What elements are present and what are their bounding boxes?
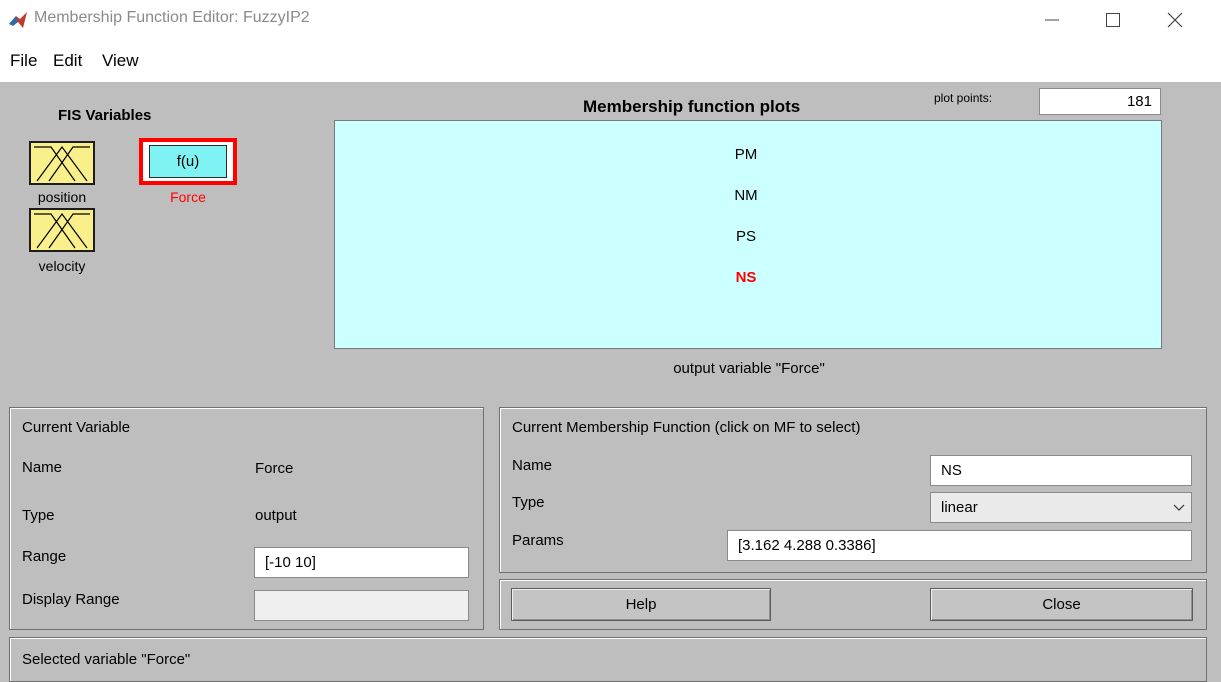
- membership-curves-icon: [34, 145, 90, 182]
- current-mf-heading: Current Membership Function (click on MF…: [512, 419, 861, 436]
- output-variable-force-label: Force: [170, 189, 206, 205]
- mf-type-label: Type: [512, 494, 545, 511]
- input-variable-position-label: position: [37, 189, 87, 205]
- matlab-icon: [8, 10, 28, 30]
- plot-points-input[interactable]: 181: [1039, 88, 1161, 115]
- input-variable-velocity-label: velocity: [38, 258, 86, 274]
- plot-title: Membership function plots: [583, 97, 801, 116]
- display-range-input[interactable]: [254, 590, 469, 621]
- menu-bar: [0, 40, 1221, 76]
- mf-name-label: Name: [512, 457, 553, 474]
- help-button[interactable]: Help: [511, 588, 771, 621]
- membership-curves-icon: [34, 212, 90, 249]
- input-variable-velocity-icon[interactable]: [29, 208, 95, 252]
- variable-type-label: Type: [22, 507, 55, 524]
- variable-name-value: Force: [255, 460, 294, 477]
- menu-file[interactable]: File: [10, 51, 37, 71]
- variable-name-label: Name: [22, 459, 63, 476]
- minimize-icon: [1045, 19, 1059, 21]
- variable-type-value: output: [255, 507, 297, 524]
- current-variable-heading: Current Variable: [22, 419, 131, 436]
- mf-label-nm[interactable]: NM: [716, 187, 776, 204]
- close-window-button[interactable]: [1152, 0, 1198, 40]
- plot-caption: output variable "Force": [673, 360, 825, 377]
- menu-edit[interactable]: Edit: [53, 51, 82, 71]
- window-title: Membership Function Editor: FuzzyIP2: [34, 9, 310, 26]
- output-variable-force-icon[interactable]: f(u): [149, 145, 227, 178]
- close-button[interactable]: Close: [930, 588, 1193, 621]
- plot-points-label: plot points:: [934, 91, 993, 105]
- mf-name-input[interactable]: NS: [930, 455, 1192, 486]
- mf-label-pm[interactable]: PM: [716, 146, 776, 163]
- maximize-button[interactable]: [1090, 0, 1136, 40]
- maximize-icon: [1106, 13, 1120, 27]
- variable-range-input[interactable]: [-10 10]: [254, 547, 469, 578]
- mf-type-select[interactable]: linear: [930, 492, 1192, 523]
- menu-view[interactable]: View: [102, 51, 139, 71]
- mf-params-input[interactable]: [3.162 4.288 0.3386]: [727, 530, 1192, 561]
- variable-range-label: Range: [22, 548, 67, 565]
- mf-label-ps[interactable]: PS: [716, 228, 776, 245]
- mf-params-label: Params: [512, 532, 564, 549]
- fis-variables-heading: FIS Variables: [58, 107, 152, 124]
- mf-label-ns-selected[interactable]: NS: [716, 269, 776, 286]
- status-text: Selected variable "Force": [22, 651, 191, 668]
- minimize-button[interactable]: [1029, 0, 1075, 40]
- mf-type-value: linear: [941, 499, 978, 516]
- input-variable-position-icon[interactable]: [29, 141, 95, 185]
- display-range-label: Display Range: [22, 591, 120, 608]
- chevron-down-icon[interactable]: [1166, 493, 1191, 522]
- close-icon: [1167, 12, 1183, 28]
